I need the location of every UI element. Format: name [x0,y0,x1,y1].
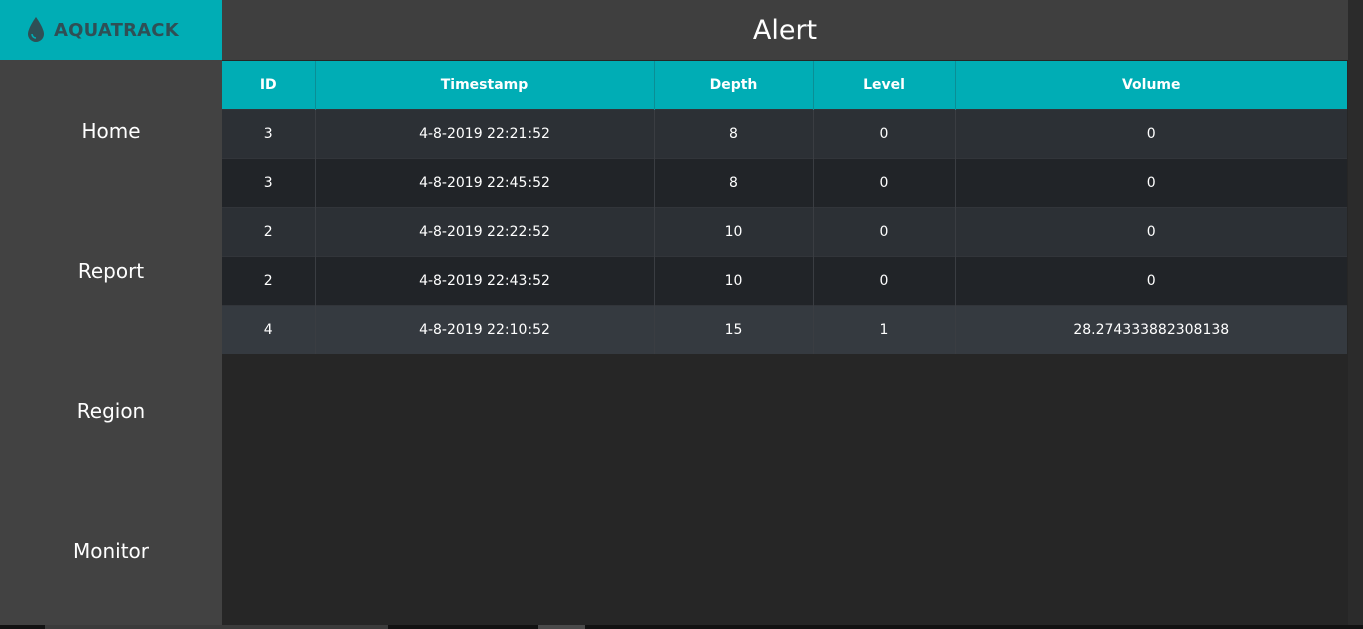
cell-depth: 8 [654,108,814,158]
table-header-row: ID Timestamp Depth Level Volume [222,61,1347,109]
brand-name: AQUATRACK [54,19,179,41]
page-header: Alert [222,0,1348,60]
cell-id: 4 [222,304,316,354]
column-header-level[interactable]: Level [813,61,956,109]
app-root: AQUATRACK Home Report Region Monitor Ale… [0,0,1363,629]
cell-id: 3 [222,157,316,207]
table-row[interactable]: 3 4-8-2019 22:21:52 8 0 0 [222,108,1347,158]
cell-timestamp: 4-8-2019 22:43:52 [315,255,655,305]
cell-level: 0 [813,206,956,256]
column-header-volume[interactable]: Volume [955,61,1347,109]
sidebar: AQUATRACK Home Report Region Monitor [0,0,222,625]
cell-level: 0 [813,157,956,207]
cell-timestamp: 4-8-2019 22:22:52 [315,206,655,256]
nav-item-region[interactable]: Region [0,341,222,481]
cell-timestamp: 4-8-2019 22:45:52 [315,157,655,207]
scrollbar-segment [45,625,388,629]
page-title: Alert [752,14,818,46]
cell-volume: 0 [955,157,1347,207]
sidebar-nav: Home Report Region Monitor [0,60,222,621]
nav-item-monitor[interactable]: Monitor [0,481,222,621]
cell-id: 3 [222,108,316,158]
cell-level: 0 [813,255,956,305]
cell-timestamp: 4-8-2019 22:10:52 [315,304,655,354]
water-drop-icon [26,15,46,45]
table-row[interactable]: 3 4-8-2019 22:45:52 8 0 0 [222,157,1347,207]
cell-depth: 10 [654,255,814,305]
horizontal-scrollbar[interactable] [0,625,1363,629]
column-header-timestamp[interactable]: Timestamp [315,61,655,109]
table-row[interactable]: 4 4-8-2019 22:10:52 15 1 28.274333882308… [222,304,1347,354]
cell-depth: 10 [654,206,814,256]
nav-item-home[interactable]: Home [0,60,222,201]
cell-id: 2 [222,206,316,256]
cell-volume: 0 [955,206,1347,256]
table-row[interactable]: 2 4-8-2019 22:43:52 10 0 0 [222,255,1347,305]
cell-level: 1 [813,304,956,354]
column-header-depth[interactable]: Depth [654,61,814,109]
brand-logo[interactable]: AQUATRACK [0,0,222,60]
alert-table-container: ID Timestamp Depth Level Volume 3 4-8-20… [222,61,1347,354]
nav-item-report[interactable]: Report [0,201,222,341]
cell-level: 0 [813,108,956,158]
cell-volume: 28.274333882308138 [955,304,1347,354]
scrollbar-thumb[interactable] [538,625,585,629]
alert-table: ID Timestamp Depth Level Volume 3 4-8-20… [222,61,1347,354]
cell-depth: 8 [654,157,814,207]
column-header-id[interactable]: ID [222,61,316,109]
cell-depth: 15 [654,304,814,354]
cell-id: 2 [222,255,316,305]
cell-volume: 0 [955,108,1347,158]
table-row[interactable]: 2 4-8-2019 22:22:52 10 0 0 [222,206,1347,256]
cell-volume: 0 [955,255,1347,305]
cell-timestamp: 4-8-2019 22:21:52 [315,108,655,158]
vertical-scrollbar[interactable] [1348,0,1363,625]
